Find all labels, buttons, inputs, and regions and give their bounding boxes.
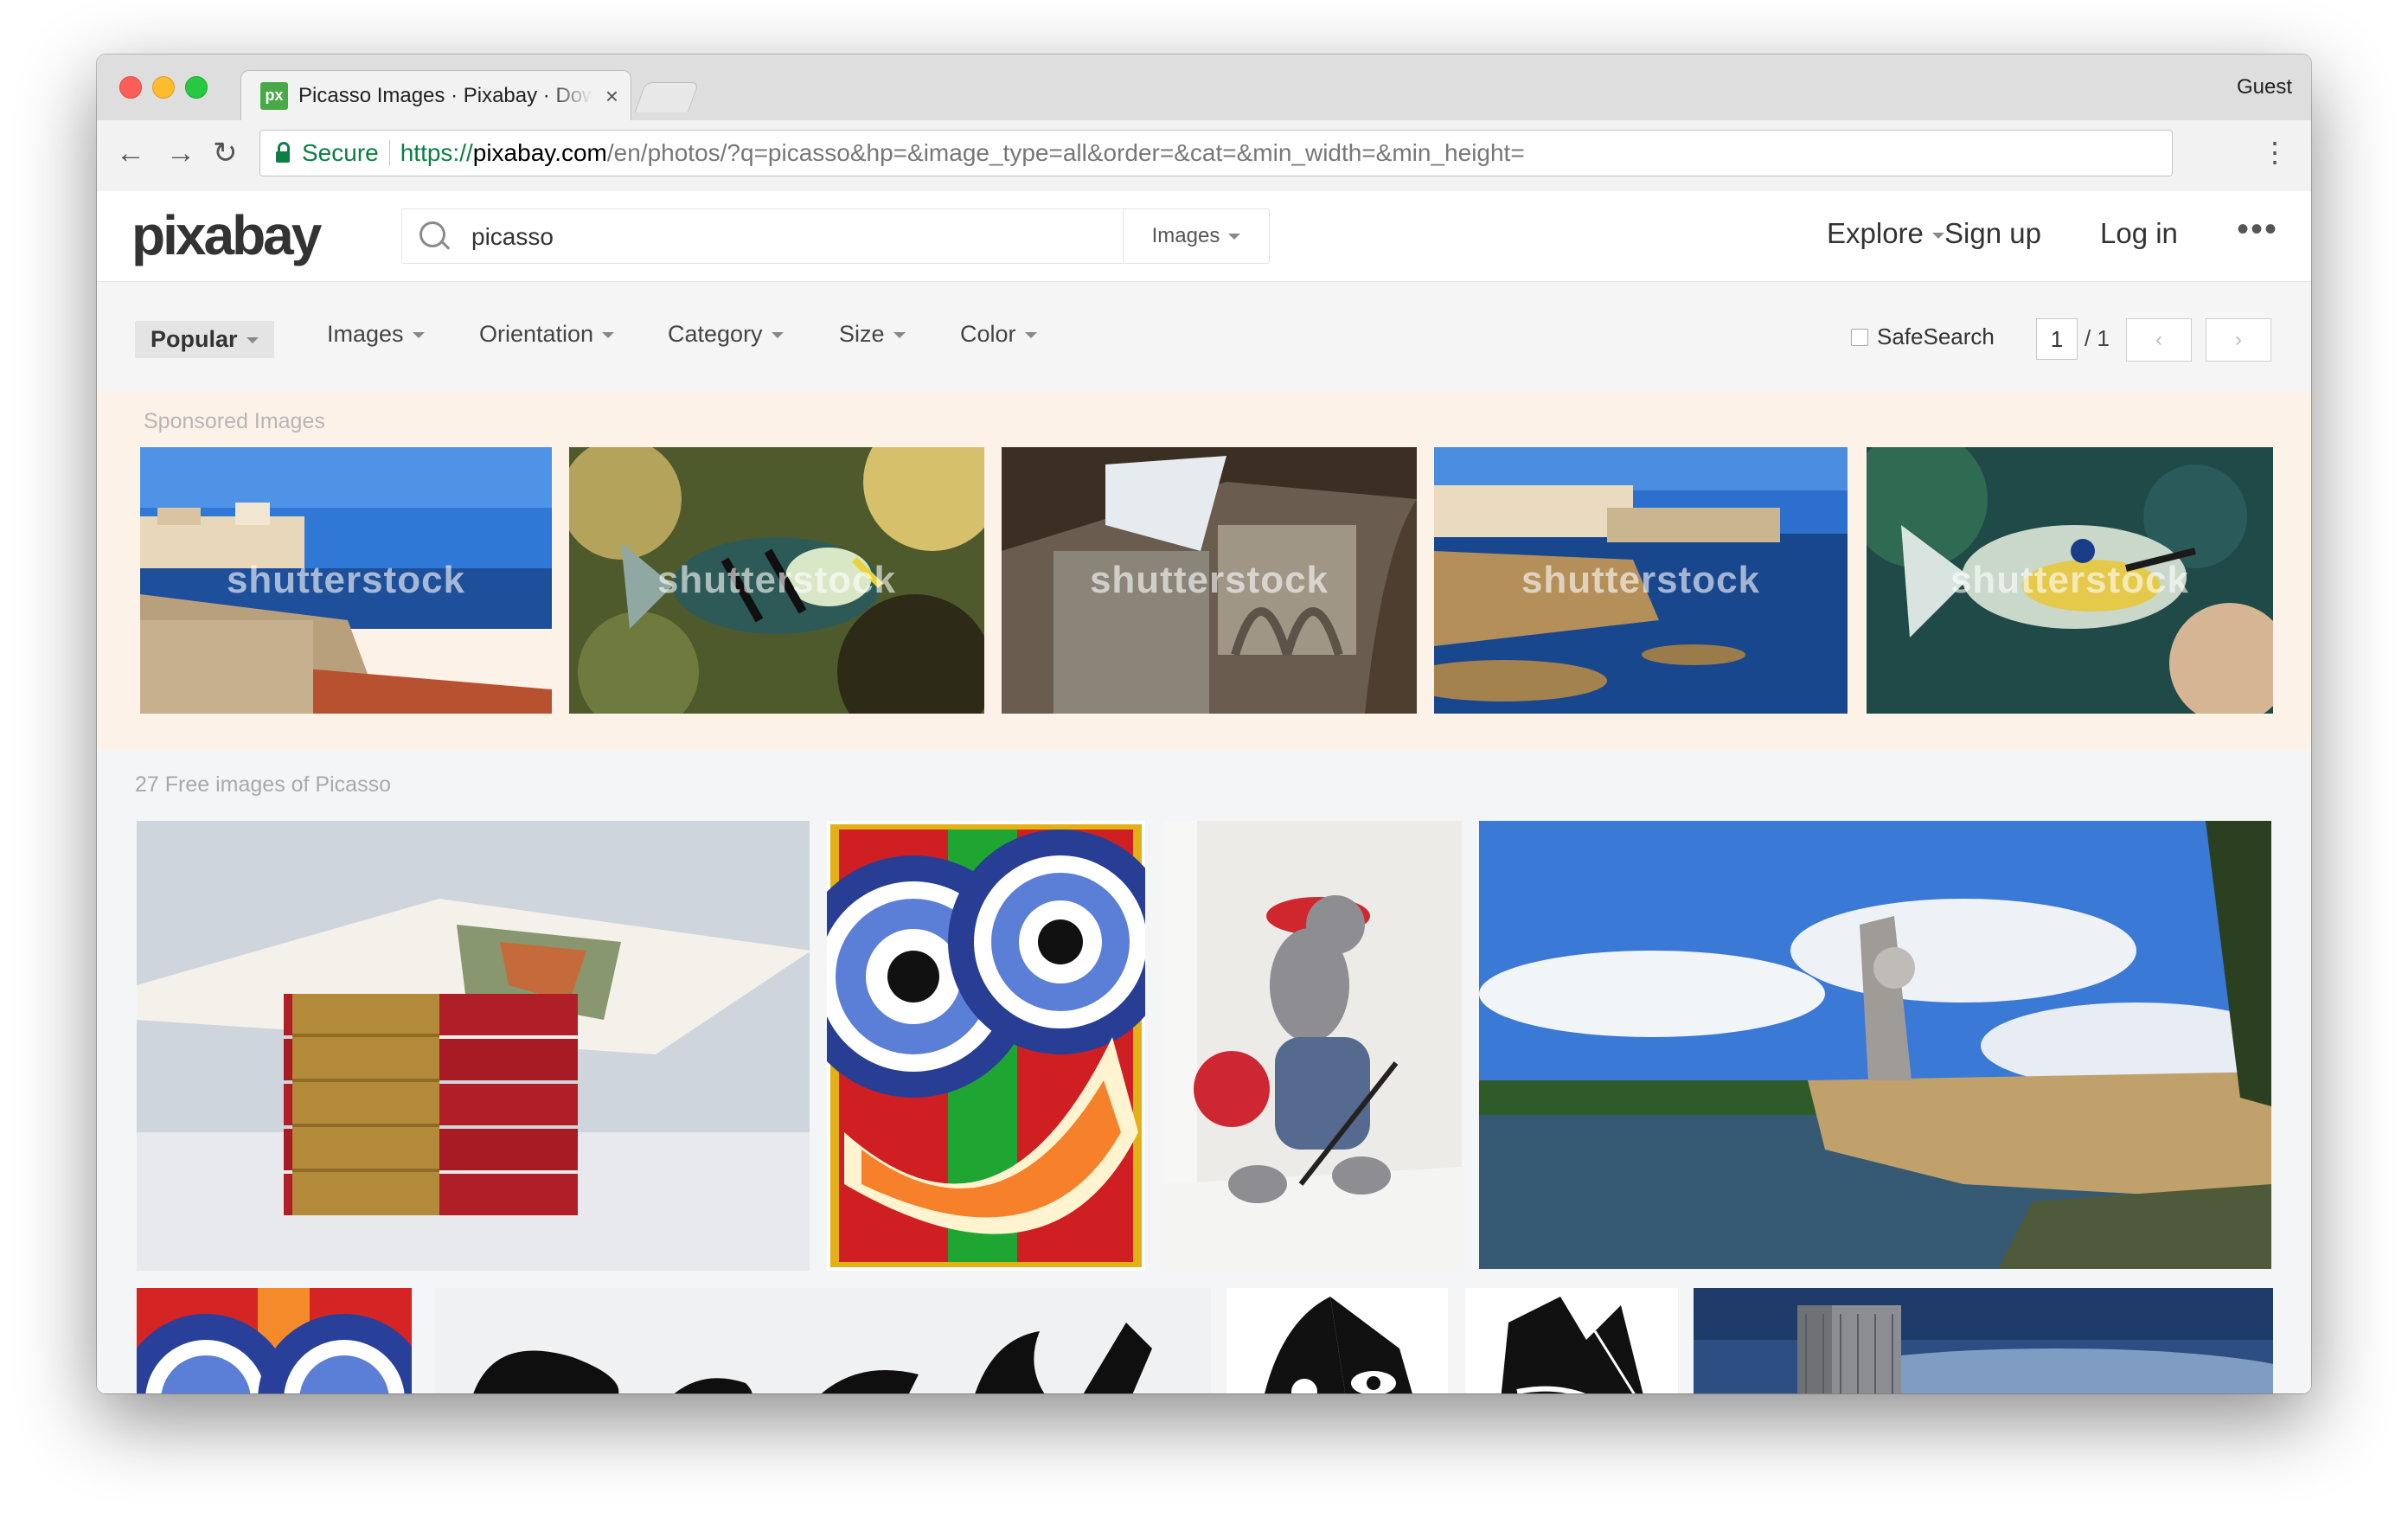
chevron-down-icon <box>602 332 615 339</box>
page-content: pixabay picasso Images Explore Sign up L… <box>97 191 2311 1393</box>
face-sketch-illustration <box>1226 1288 1448 1393</box>
sponsored-image-antibes[interactable]: shutterstock <box>1434 447 1848 714</box>
search-bar[interactable]: picasso Images <box>401 208 1270 264</box>
close-window-button[interactable] <box>119 76 142 99</box>
new-tab-button[interactable] <box>634 82 700 112</box>
filter-bar: Popular Images Orientation Category Size… <box>97 282 2311 392</box>
chevron-down-icon <box>412 332 425 339</box>
free-images-section: 27 Free images of Picasso <box>97 750 2311 1393</box>
url-scheme: https:// <box>400 139 473 166</box>
chevron-down-icon <box>246 337 259 344</box>
tab-close-icon[interactable]: × <box>605 83 618 110</box>
sponsored-image-triggerfish[interactable]: shutterstock <box>1867 447 2273 714</box>
minimize-window-button[interactable] <box>152 76 175 99</box>
browser-window: px Picasso Images · Pixabay · Download F… <box>97 54 2311 1393</box>
chevron-down-icon <box>771 332 784 339</box>
browser-menu-icon[interactable]: ⋮ <box>2261 132 2289 172</box>
tab-strip: px Picasso Images · Pixabay · Download F… <box>97 54 2311 120</box>
shutterstock-watermark: shutterstock <box>656 559 897 601</box>
filter-size-label: Size <box>839 321 885 347</box>
sponsored-section: Sponsored Images shutterstock shuttersto… <box>97 392 2311 750</box>
chevron-down-icon <box>1024 332 1037 339</box>
chevron-down-icon <box>893 332 906 339</box>
pixabay-favicon-icon: px <box>260 81 288 110</box>
explore-label: Explore <box>1827 217 1924 249</box>
profile-guest-label[interactable]: Guest <box>2237 75 2292 99</box>
address-bar[interactable]: Secure https://pixabay.com/en/photos/?q=… <box>259 130 2173 176</box>
next-page-button[interactable]: › <box>2206 318 2271 362</box>
safesearch-label: SafeSearch <box>1877 323 1995 349</box>
filter-orientation-dropdown[interactable]: Orientation <box>479 321 615 348</box>
sponsored-image-fish[interactable]: shutterstock <box>569 447 984 714</box>
safesearch-toggle[interactable]: SafeSearch <box>1851 323 1995 350</box>
url-host: pixabay.com <box>472 139 607 166</box>
image-eyes-art[interactable] <box>137 1288 412 1393</box>
explore-menu[interactable]: Explore <box>1827 217 1944 250</box>
filter-images-dropdown[interactable]: Images <box>327 321 425 348</box>
sponsored-image-coast[interactable]: shutterstock <box>140 447 552 714</box>
back-arrow-icon[interactable]: ← <box>116 136 145 170</box>
sponsored-image-arch[interactable]: shutterstock <box>1002 447 1417 714</box>
page-number-input[interactable]: 1 <box>2036 318 2078 360</box>
sponsored-label: Sponsored Images <box>144 409 325 433</box>
face-art-illustration <box>827 824 1145 1267</box>
search-input[interactable]: picasso <box>471 223 554 251</box>
address-divider <box>388 140 390 166</box>
sort-popular-label: Popular <box>150 326 238 352</box>
pixabay-logo[interactable]: pixabay <box>131 203 322 267</box>
lock-icon <box>276 141 290 163</box>
browser-toolbar: ← → ↻ Secure https://pixabay.com/en/phot… <box>97 120 2311 192</box>
zoom-window-button[interactable] <box>185 76 208 99</box>
sort-popular-dropdown[interactable]: Popular <box>135 321 274 358</box>
results-count-label: 27 Free images of Picasso <box>135 772 391 797</box>
image-picasso-face-sketch[interactable] <box>1226 1288 1448 1393</box>
image-picasso-profile-sketch[interactable] <box>1465 1288 1678 1393</box>
book-stack-photo <box>137 821 810 1271</box>
knitted-mouse-photo <box>1162 821 1462 1271</box>
site-header: pixabay picasso Images Explore Sign up L… <box>97 191 2311 282</box>
shutterstock-watermark: shutterstock <box>226 559 466 601</box>
shutterstock-watermark: shutterstock <box>1950 559 2190 601</box>
chevron-down-icon <box>1228 233 1241 240</box>
reload-icon[interactable]: ↻ <box>213 136 238 170</box>
image-book-stack[interactable] <box>137 821 810 1271</box>
filter-category-label: Category <box>668 321 763 347</box>
search-icon[interactable] <box>419 221 445 247</box>
profile-sketch-illustration <box>1465 1288 1678 1393</box>
more-menu-icon[interactable]: ••• <box>2237 210 2278 249</box>
filter-color-label: Color <box>960 321 1016 347</box>
login-link[interactable]: Log in <box>2100 217 2178 250</box>
filter-category-dropdown[interactable]: Category <box>668 321 784 348</box>
filter-size-dropdown[interactable]: Size <box>839 321 906 348</box>
lettering-illustration <box>434 1288 1211 1393</box>
image-knitted-mouse[interactable] <box>1162 821 1462 1271</box>
building-photo <box>1694 1288 2273 1393</box>
prev-page-button[interactable]: ‹ <box>2126 318 2192 362</box>
url-path: /en/photos/?q=picasso&hp=&image_type=all… <box>606 139 1525 166</box>
forward-arrow-icon[interactable]: → <box>166 136 195 170</box>
shutterstock-watermark: shutterstock <box>1521 559 1761 601</box>
filter-images-label: Images <box>327 321 404 347</box>
chevron-down-icon <box>1931 232 1944 239</box>
search-scope-label: Images <box>1151 224 1220 247</box>
browser-tab-active[interactable]: px Picasso Images · Pixabay · Download F… <box>240 70 631 120</box>
filter-orientation-label: Orientation <box>479 321 594 347</box>
safesearch-checkbox[interactable] <box>1851 328 1868 346</box>
sculpture-landscape-photo <box>1479 821 2271 1269</box>
image-building[interactable] <box>1694 1288 2273 1393</box>
image-picasso-face-art[interactable] <box>827 821 1145 1271</box>
image-picasso-lettering[interactable] <box>434 1288 1211 1393</box>
filter-color-dropdown[interactable]: Color <box>960 321 1037 348</box>
image-picasso-sculpture[interactable] <box>1479 821 2271 1269</box>
tab-title: Picasso Images · Pixabay · Download Free… <box>298 83 592 107</box>
secure-label: Secure <box>302 139 379 166</box>
search-scope-dropdown[interactable]: Images <box>1123 209 1269 263</box>
signup-link[interactable]: Sign up <box>1944 217 2041 250</box>
page-total: / 1 <box>2085 325 2110 351</box>
eyes-art-illustration <box>137 1288 412 1393</box>
shutterstock-watermark: shutterstock <box>1089 559 1329 601</box>
